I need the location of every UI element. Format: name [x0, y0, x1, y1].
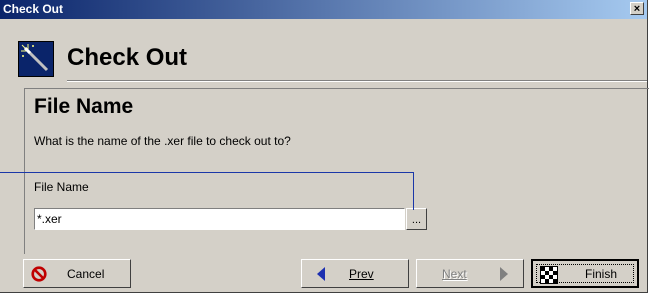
- checkered-flag-icon: [540, 266, 558, 284]
- section-title: File Name: [34, 95, 134, 118]
- finish-label: Finish: [585, 267, 618, 281]
- section-description: What is the name of the .xer file to che…: [34, 134, 291, 148]
- file-name-label: File Name: [34, 180, 89, 194]
- cancel-icon: [31, 266, 47, 282]
- close-button[interactable]: ×: [630, 2, 644, 15]
- next-button[interactable]: Next: [416, 259, 524, 288]
- arrow-left-icon: [317, 267, 325, 281]
- callout-line-vertical: [413, 172, 414, 210]
- file-name-input[interactable]: [34, 208, 405, 230]
- prev-button[interactable]: Prev: [301, 259, 409, 288]
- header-title: Check Out: [67, 44, 188, 71]
- check-out-dialog: Check Out × Check Out File Name What is …: [0, 0, 649, 293]
- finish-button[interactable]: Finish: [531, 259, 639, 288]
- cancel-button[interactable]: Cancel: [23, 259, 131, 288]
- browse-button[interactable]: ...: [406, 208, 427, 230]
- header-divider: [67, 80, 647, 82]
- callout-line-horizontal: [0, 172, 413, 173]
- window-title: Check Out: [3, 2, 64, 16]
- cancel-label: Cancel: [67, 267, 105, 281]
- title-bar[interactable]: Check Out ×: [0, 0, 647, 19]
- magic-wand-icon: [18, 41, 54, 77]
- prev-label: Prev: [349, 267, 374, 281]
- next-label: Next: [442, 267, 467, 281]
- arrow-right-icon: [500, 267, 508, 281]
